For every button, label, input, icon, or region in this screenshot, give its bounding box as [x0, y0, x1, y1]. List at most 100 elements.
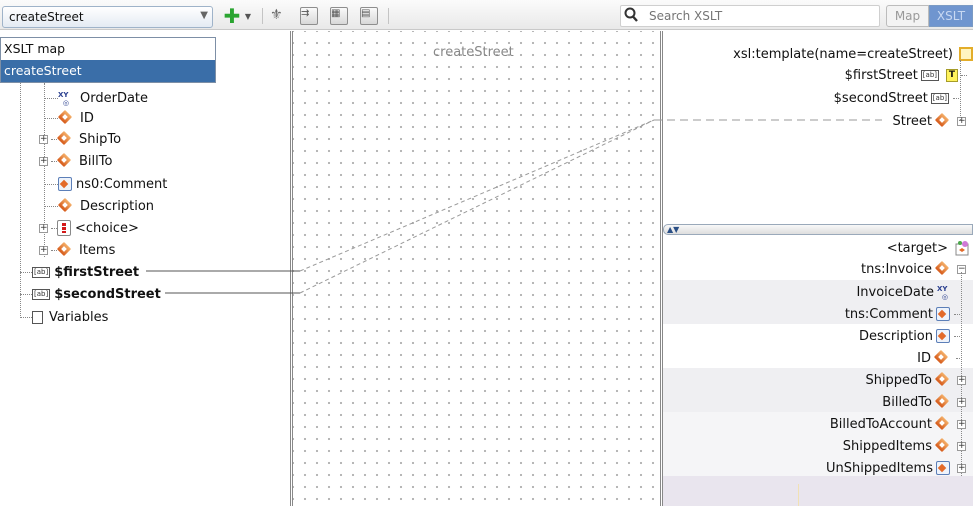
ab-param-icon: [ab]: [930, 92, 949, 104]
target-node-invoicedate[interactable]: InvoiceDate XY ◎: [856, 282, 959, 302]
element-icon: [935, 114, 953, 128]
target-node-tns-invoice[interactable]: tns:Invoice −: [861, 259, 969, 279]
tree-item-label: Variables: [49, 309, 109, 325]
element-icon: [935, 373, 953, 387]
mapping-canvas[interactable]: createStreet: [290, 31, 663, 506]
template-selector[interactable]: createStreet ▼: [2, 6, 213, 28]
ab-param-icon: [ab]: [920, 69, 939, 81]
search-input[interactable]: [647, 7, 875, 25]
target-node-billedtoaccount[interactable]: BilledToAccount +: [830, 414, 969, 434]
target-node-label: <target>: [886, 240, 948, 256]
target-node-billedto[interactable]: BilledTo +: [882, 392, 969, 412]
target-node-shippeditems[interactable]: ShippedItems +: [843, 436, 969, 456]
tree-item-ns0-comment[interactable]: ns0:Comment: [44, 174, 167, 194]
target-node-shippedto[interactable]: ShippedTo +: [865, 370, 969, 390]
expand-icon[interactable]: +: [957, 375, 966, 385]
tree-item-orderdate[interactable]: XY ◎ OrderDate: [44, 88, 148, 108]
expand-icon[interactable]: +: [39, 156, 48, 166]
panel-splitter[interactable]: ▲▼: [663, 224, 973, 235]
expand-icon[interactable]: +: [957, 397, 966, 407]
chevron-down-icon[interactable]: ▼: [200, 10, 208, 21]
element-icon: [935, 262, 953, 276]
template-node[interactable]: xsl:template(name=createStreet): [733, 44, 973, 64]
layout-icon[interactable]: ▦: [330, 6, 348, 26]
dropdown-option-xslt-map[interactable]: XSLT map: [1, 38, 215, 60]
xy-date-icon: XY ◎: [937, 285, 948, 301]
target-node-label: BilledTo: [882, 394, 932, 410]
target-schema-icon: [955, 240, 971, 256]
element-icon: [935, 439, 953, 453]
template-selector-value: createStreet: [9, 10, 84, 24]
target-node-label: Description: [858, 328, 933, 344]
tree-item-secondstreet[interactable]: [ab] $secondStreet: [20, 284, 161, 304]
tree-item-items[interactable]: + Items: [39, 240, 115, 260]
target-node-label: UnShippedItems: [826, 460, 933, 476]
target-node-label: InvoiceDate: [856, 284, 934, 300]
template-node-street[interactable]: Street +: [892, 111, 969, 131]
element-icon: [58, 199, 76, 213]
element-icon: [57, 243, 75, 257]
tree-item-variables[interactable]: Variables: [20, 307, 108, 327]
attribute-icon: [936, 461, 950, 475]
tree-item-description[interactable]: Description: [44, 196, 154, 216]
template-icon: [959, 47, 973, 61]
text-type-icon: T: [946, 68, 958, 82]
tree-item-choice[interactable]: + <choice>: [39, 218, 139, 238]
tree-item-label: Description: [80, 198, 155, 214]
target-root[interactable]: <target>: [887, 238, 971, 258]
search-box[interactable]: [620, 5, 880, 27]
attribute-icon: [936, 329, 950, 343]
source-tree-panel: XY ◎ OrderDate ID + ShipTo + BillTo ns0:…: [0, 31, 290, 506]
toolbar: createStreet ▼ ✚ ▼ ⚜ ⇉ ▦ ▤ Map XSLT: [0, 0, 973, 30]
tree-item-label: Items: [79, 242, 116, 258]
ab-param-icon: [ab]: [32, 288, 51, 300]
tree-connector: [960, 60, 961, 120]
expand-icon[interactable]: +: [957, 116, 966, 126]
search-icon: [624, 7, 638, 27]
target-node-label: ShippedTo: [865, 372, 932, 388]
tree-item-label: OrderDate: [80, 90, 149, 106]
target-node-description[interactable]: Description: [859, 326, 960, 346]
fit-view-icon[interactable]: ▤: [360, 6, 378, 26]
template-param-firststreet[interactable]: $firstStreet [ab] T: [845, 65, 967, 85]
element-icon: [935, 417, 953, 431]
tree-item-shipto[interactable]: + ShipTo: [39, 129, 121, 149]
dropdown-option-createstreet[interactable]: createStreet: [1, 60, 215, 82]
ab-param-icon: [ab]: [32, 266, 51, 278]
xy-date-icon: XY ◎: [58, 91, 69, 107]
template-param-secondstreet[interactable]: $secondStreet [ab]: [834, 88, 959, 108]
target-node-id[interactable]: ID: [917, 348, 960, 368]
tree-item-label: ns0:Comment: [76, 176, 168, 192]
expand-icon[interactable]: +: [957, 419, 966, 429]
add-icon[interactable]: ✚: [222, 4, 242, 28]
tree-item-label: $firstStreet: [54, 264, 140, 280]
tree-item-firststreet[interactable]: [ab] $firstStreet: [20, 262, 139, 282]
choice-icon: [57, 220, 71, 236]
tree-item-label: BillTo: [79, 153, 113, 169]
expand-icon[interactable]: +: [957, 441, 966, 451]
target-node-label: ID: [917, 350, 931, 366]
add-dropdown-icon[interactable]: ▼: [243, 6, 253, 26]
expand-icon[interactable]: +: [957, 463, 966, 473]
expand-icon[interactable]: +: [39, 223, 48, 233]
tree-item-label: ID: [80, 110, 94, 126]
element-icon: [57, 154, 75, 168]
target-node-label: ShippedItems: [842, 438, 932, 454]
tree-item-id[interactable]: ID: [44, 108, 94, 128]
tree-item-label: <choice>: [75, 220, 139, 236]
toolbar-separator: [388, 8, 389, 24]
caret-line: [798, 484, 799, 506]
expand-icon[interactable]: +: [39, 134, 48, 144]
arrange-icon[interactable]: ⇉: [300, 6, 318, 26]
tab-xslt[interactable]: XSLT: [929, 5, 973, 27]
template-dropdown-list: XSLT map createStreet: [0, 37, 216, 83]
tree-item-label: $secondStreet: [54, 286, 161, 302]
tab-map[interactable]: Map: [886, 5, 929, 27]
row-band: [663, 476, 973, 506]
expand-icon[interactable]: +: [39, 245, 48, 255]
group-icon[interactable]: ⚜: [270, 6, 288, 26]
tree-item-billto[interactable]: + BillTo: [39, 151, 112, 171]
toolbar-separator: [262, 8, 263, 24]
target-node-tns-comment[interactable]: tns:Comment: [845, 304, 960, 324]
target-node-unshippeditems[interactable]: UnShippedItems +: [826, 458, 969, 478]
